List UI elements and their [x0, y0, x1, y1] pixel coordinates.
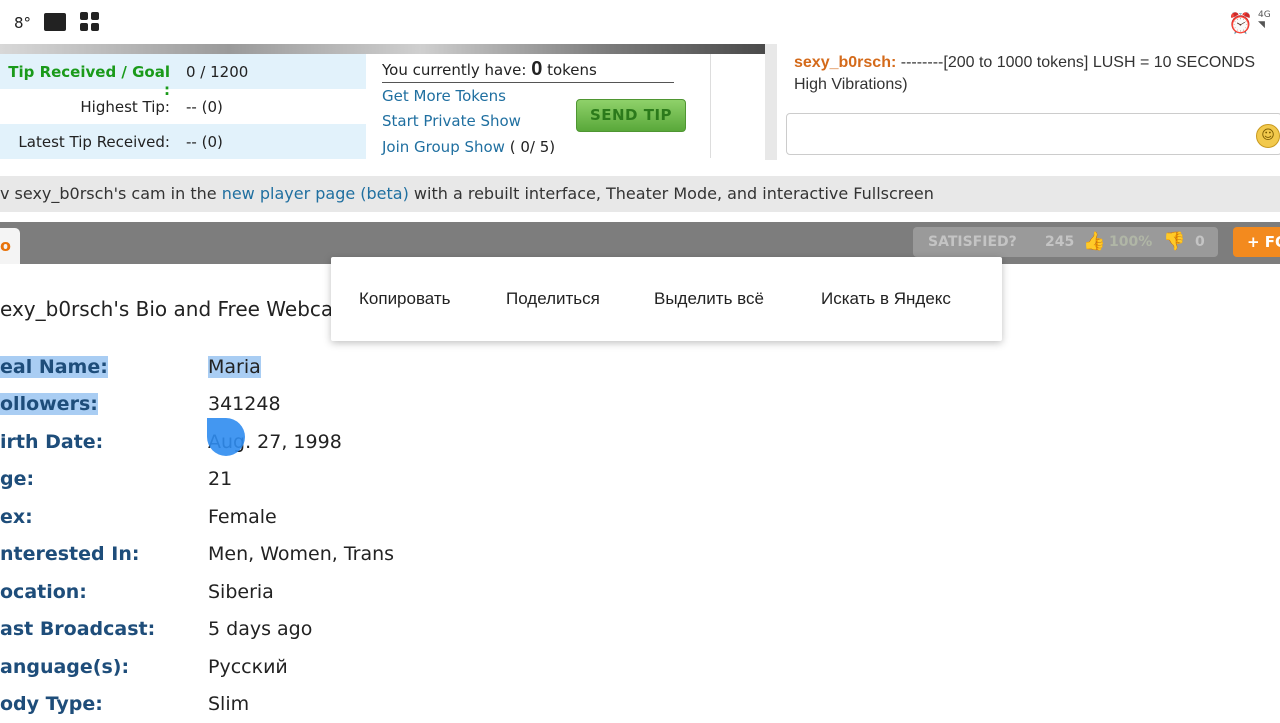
bio-key: nterested In: — [0, 543, 140, 565]
panel-divider — [765, 44, 777, 160]
chat-input[interactable] — [786, 113, 1280, 155]
tip-stats-panel: Tip Received / Goal : 0 / 1200 Highest T… — [0, 54, 366, 159]
bio-row-birth-date: irth Date: Aug. 27, 1998 — [0, 431, 600, 461]
token-balance: You currently have: 0 tokens — [382, 58, 674, 83]
bio-row-location: ocation: Siberia — [0, 581, 600, 611]
bio-row-body-type: ody Type: Slim — [0, 693, 600, 723]
copy-menu-item[interactable]: Копировать — [359, 289, 451, 309]
bio-key: ody Type: — [0, 693, 103, 715]
tab-bio[interactable]: o — [0, 228, 20, 264]
text-selection-context-menu: Копировать Поделиться Выделить всё Искат… — [331, 257, 1002, 341]
notice-prefix: v sexy_b0rsch's cam in the — [0, 184, 222, 203]
search-yandex-menu-item[interactable]: Искать в Яндекс — [821, 289, 951, 309]
latest-tip-row: Latest Tip Received: -- (0) — [0, 124, 366, 159]
latest-tip-label: Latest Tip Received: — [18, 133, 170, 151]
bio-row-followers: ollowers: 341248 — [0, 393, 600, 423]
bio-key: ocation: — [0, 581, 87, 603]
bio-title: exy_b0rsch's Bio and Free Webcam — [0, 297, 353, 321]
bio-value: 341248 — [208, 393, 281, 415]
bio-row-age: ge: 21 — [0, 468, 600, 498]
bio-key: irth Date: — [0, 431, 104, 453]
selection-handle[interactable] — [207, 418, 245, 456]
follow-button[interactable]: + FO — [1233, 227, 1280, 257]
bio-key: ollowers: — [0, 393, 98, 415]
bio-row-interested-in: nterested In: Men, Women, Trans — [0, 543, 600, 573]
new-player-page-link[interactable]: new player page (beta) — [222, 184, 409, 203]
status-bar: 8° ⏰ 4G ◥ — [0, 0, 1280, 44]
thumbs-up-count: 245 — [1045, 234, 1075, 250]
bio-row-last-broadcast: ast Broadcast: 5 days ago — [0, 618, 600, 648]
emoticon-icon[interactable]: ☺ — [1256, 124, 1280, 148]
thumbs-down-icon[interactable]: 👎 — [1163, 227, 1185, 257]
notice-suffix: with a rebuilt interface, Theater Mode, … — [408, 184, 934, 203]
apps-icon — [80, 12, 100, 32]
bio-value: 21 — [208, 468, 233, 490]
highest-tip-row: Highest Tip: -- (0) — [0, 89, 366, 124]
send-tip-button[interactable]: SEND TIP — [576, 99, 686, 132]
token-balance-prefix: You currently have: — [382, 61, 527, 79]
select-all-menu-item[interactable]: Выделить всё — [654, 289, 764, 309]
bio-value: Siberia — [208, 581, 274, 603]
token-count: 0 — [531, 58, 543, 80]
satisfaction-percent: 100% — [1109, 234, 1153, 250]
bio-value: Female — [208, 506, 277, 528]
get-more-tokens-link[interactable]: Get More Tokens — [382, 87, 506, 105]
latest-tip-value: -- (0) — [186, 133, 223, 151]
bio-key: eal Name: — [0, 356, 108, 378]
bio-value: Maria — [208, 356, 261, 378]
tip-goal-row: Tip Received / Goal : 0 / 1200 — [0, 54, 366, 99]
join-group-show-link[interactable]: Join Group Show — [382, 138, 505, 156]
thumbs-down-count: 0 — [1195, 234, 1205, 250]
satisfied-label: SATISFIED? — [928, 234, 1017, 250]
bio-row-sex: ex: Female — [0, 506, 600, 536]
bio-value: Slim — [208, 693, 250, 715]
token-balance-suffix: tokens — [547, 61, 597, 79]
chat-username[interactable]: sexy_b0rsch: — [794, 54, 896, 71]
highest-tip-label: Highest Tip: — [80, 98, 170, 116]
beta-player-notice: v sexy_b0rsch's cam in the new player pa… — [0, 176, 1280, 212]
temperature: 8° — [14, 14, 32, 32]
video-player[interactable] — [0, 44, 765, 54]
highest-tip-value: -- (0) — [186, 98, 223, 116]
satisfaction-widget: SATISFIED? 245 👍 100% 👎 0 — [913, 227, 1218, 257]
bio-value: Men, Women, Trans — [208, 543, 395, 565]
group-show-count: ( 0/ 5) — [509, 138, 556, 156]
bio-key: anguage(s): — [0, 656, 130, 678]
group-show-row: Join Group Show ( 0/ 5) — [382, 138, 555, 156]
bio-key: ex: — [0, 506, 33, 528]
share-menu-item[interactable]: Поделиться — [506, 289, 600, 309]
bio-row-languages: anguage(s): Русский — [0, 656, 600, 686]
thumbs-up-icon[interactable]: 👍 — [1083, 227, 1105, 257]
bio-key: ast Broadcast: — [0, 618, 156, 640]
bio-value: 5 days ago — [208, 618, 313, 640]
bio-row-real-name: eal Name: Maria — [0, 356, 600, 386]
start-private-show-link[interactable]: Start Private Show — [382, 112, 521, 130]
tip-goal-value: 0 / 1200 — [186, 63, 249, 81]
alarm-icon: ⏰ — [1228, 11, 1253, 35]
network-indicator: 4G ◥ — [1258, 10, 1271, 30]
bio-value: Русский — [208, 656, 288, 678]
bio-key: ge: — [0, 468, 35, 490]
chat-message: sexy_b0rsch: --------[200 to 1000 tokens… — [794, 52, 1280, 96]
tablet-icon — [44, 13, 66, 31]
